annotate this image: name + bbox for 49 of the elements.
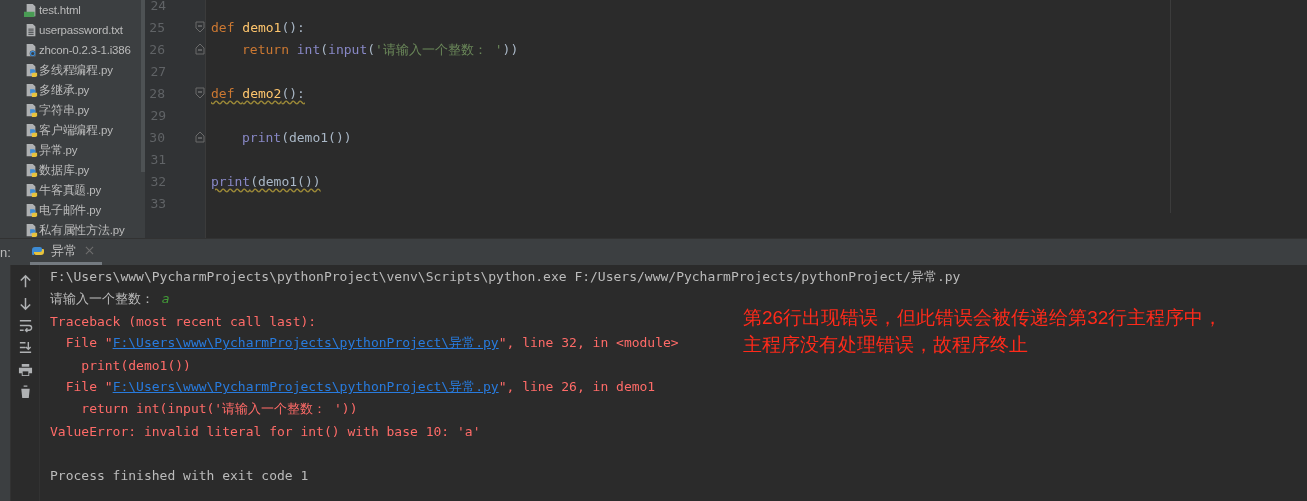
python-file-icon [24,223,38,237]
file-tree-item[interactable]: 多线程编程.py [0,60,141,80]
run-label: n: [0,243,12,262]
annotation-text: 第26行出现错误，但此错误会被传递给第32行主程序中， [743,306,1223,330]
file-link[interactable]: F:\Users\www\PycharmProjects\pythonProject\异常.py [112,379,499,394]
fold-marker-icon[interactable] [195,43,205,55]
console-line: File "F:\Users\www\PycharmProjects\pythonProject\异常.py", line 32, in <module> [64,334,679,352]
console-line: File "F:\Users\www\PycharmProjects\pythonProject\异常.py", line 26, in demo1 [64,378,656,396]
file-tree-item[interactable]: 私有属性方法.py [0,220,141,238]
file-link[interactable]: F:\Users\www\PycharmProjects\pythonProject\异常.py [112,335,499,350]
code-line: print(demo1()) [211,172,321,191]
python-file-icon [24,63,38,77]
scroll-to-end-icon[interactable] [17,340,33,355]
file-tree-item[interactable]: test.html [0,0,141,20]
html-file-icon [24,3,38,17]
code-line: def demo1(): [211,18,305,37]
text-file-icon [24,23,38,37]
file-tree-item[interactable]: 客户端编程.py [0,120,141,140]
python-file-icon [24,103,38,117]
fold-marker-icon[interactable] [195,131,205,143]
python-file-icon [24,123,38,137]
python-file-icon [24,163,38,177]
unknown-file-icon [24,43,38,57]
python-file-icon [24,143,38,157]
file-tree-item[interactable]: 电子邮件.py [0,200,141,220]
file-tree-item[interactable]: 字符串.py [0,100,141,120]
print-icon[interactable] [17,362,33,377]
console-line: print(demo1()) [80,357,191,373]
code-line: def demo2(): [211,84,305,103]
console-line: return int(input('请输入一个整数： ')) [80,400,358,418]
fold-marker-icon[interactable] [195,21,205,33]
console-line: ValueError: invalid literal for int() with base 10: 'a' [50,423,481,439]
python-file-icon [24,83,38,97]
console-line: F:\Users\www\PycharmProjects\pythonProject\venv\Scripts\python.exe F:/Users/www/PycharmProjects/pythonProject/异常.py [50,268,961,286]
file-tree-item[interactable]: 牛客真题.py [0,180,141,200]
console-line: 请输入一个整数： a [50,290,170,308]
file-tree-item[interactable]: userpassword.txt [0,20,141,40]
annotation-text: 主程序没有处理错误，故程序终止 [743,333,1029,357]
python-file-icon [24,183,38,197]
file-tree-item[interactable]: zhcon-0.2.3-1.i386 [0,40,141,60]
console-line: Traceback (most recent call last): [50,313,317,329]
file-tree-item[interactable]: 数据库.py [0,160,141,180]
file-tree-item[interactable]: 异常.py [0,140,141,160]
console-line: Process finished with exit code 1 [50,467,309,483]
file-tree-item[interactable]: 多继承.py [0,80,141,100]
code-line: print(demo1()) [242,128,352,147]
soft-wrap-icon[interactable] [17,318,33,333]
fold-marker-icon[interactable] [195,87,205,99]
python-file-icon [24,203,38,217]
